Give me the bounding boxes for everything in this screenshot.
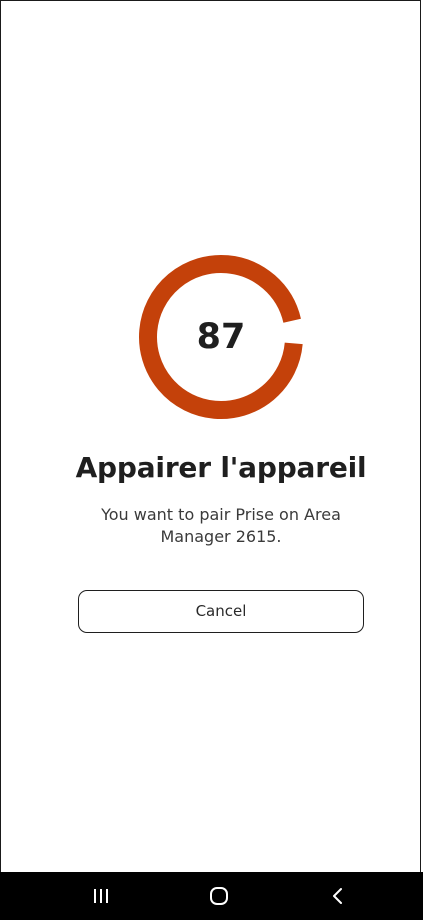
- home-icon: [210, 887, 228, 905]
- countdown-number: 87: [196, 317, 246, 357]
- cancel-button[interactable]: Cancel: [78, 590, 364, 633]
- app-screen: 87 Appairer l'appareil You want to pair …: [0, 0, 421, 872]
- back-button[interactable]: [308, 872, 368, 920]
- system-navigation-bar: [0, 872, 423, 920]
- back-icon: [333, 888, 342, 904]
- recent-apps-button[interactable]: [71, 872, 131, 920]
- page-title: Appairer l'appareil: [75, 451, 367, 484]
- recent-apps-icon: [94, 889, 108, 903]
- countdown-ring: 87: [137, 253, 305, 421]
- home-button[interactable]: [189, 872, 249, 920]
- pairing-description: You want to pair Prise on Area Manager 2…: [101, 505, 341, 546]
